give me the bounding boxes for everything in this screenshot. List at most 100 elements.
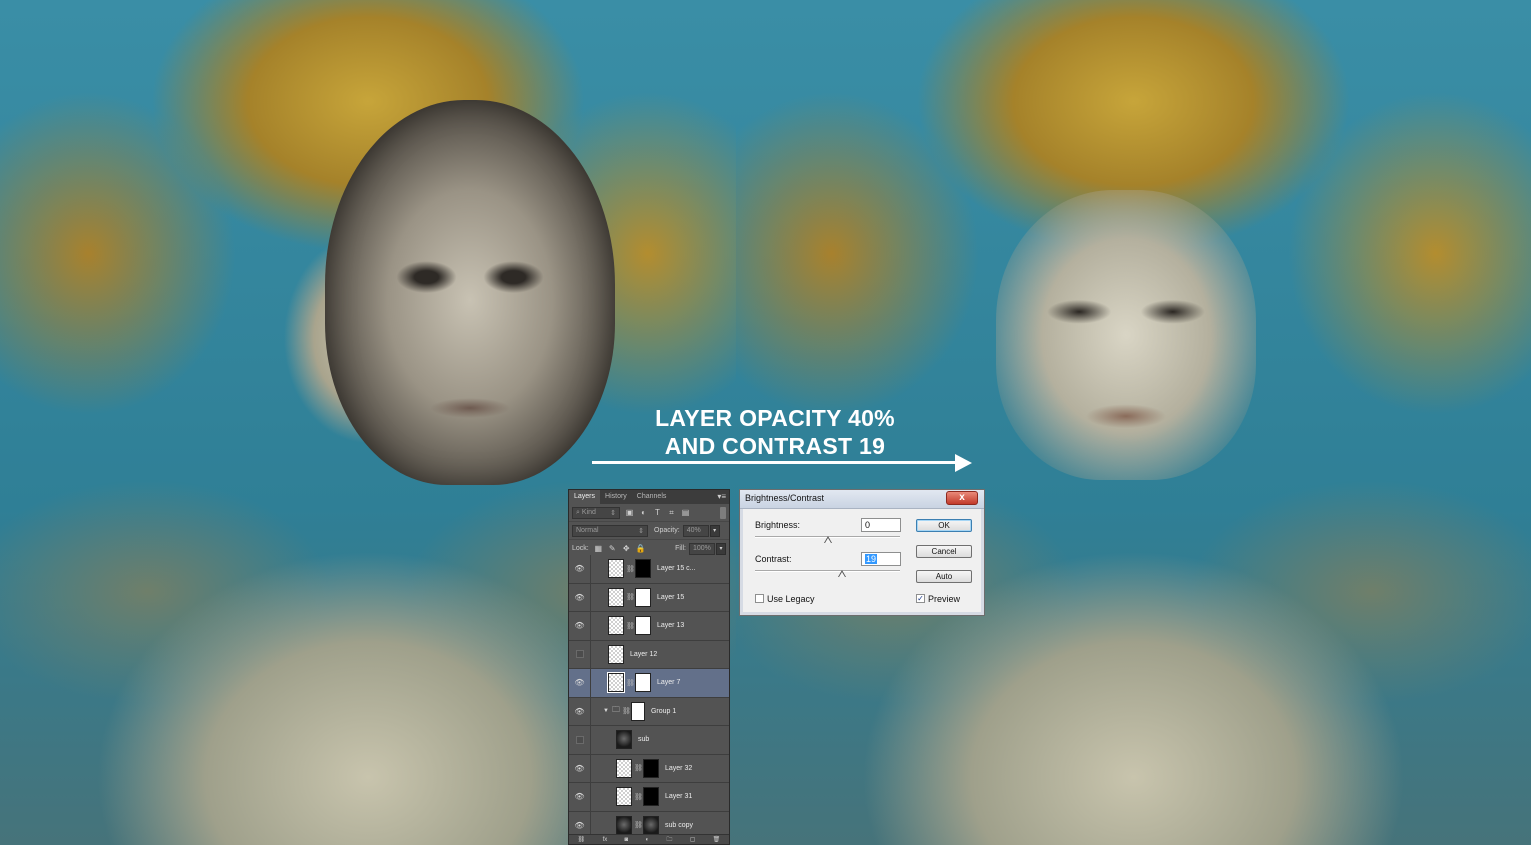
brightness-input[interactable]: 0 [861,518,901,532]
eye-icon[interactable]: 👁 [569,754,591,782]
preview-checkbox[interactable]: ✓ [916,594,925,603]
eye-icon[interactable]: 👁 [569,669,591,697]
fill-field[interactable]: 100% [689,542,715,555]
fx-icon[interactable]: fx [603,837,608,843]
search-icon: ⌕ [576,508,580,516]
layer-thumbnail [616,787,632,807]
select-arrows-icon: ⇕ [610,509,616,517]
eye-icon[interactable]: 👁 [569,612,591,640]
opacity-field[interactable]: 40% [682,524,709,537]
adjustment-filter-icon[interactable]: ◐ [639,508,648,517]
link-icon[interactable]: ⛓ [626,622,635,630]
layer-row[interactable]: 👁 ⛓ Layer 13 [569,612,729,641]
lock-position-icon[interactable]: ✥ [622,544,631,553]
brightness-label: Brightness: [755,520,801,530]
panel-tabs: Layers History Channels ▾≡ [569,490,729,504]
layer-name: sub copy [665,821,694,829]
eye-icon[interactable]: 👁 [569,783,591,811]
layer-mask-thumbnail[interactable] [643,787,659,807]
visibility-toggle[interactable] [569,640,591,668]
type-filter-icon[interactable]: T [653,508,662,517]
layer-mask-thumbnail[interactable] [643,815,659,835]
trash-icon[interactable]: 🗑 [713,836,721,843]
layer-mask-thumbnail[interactable] [635,559,651,579]
lock-label: Lock: [572,545,589,552]
lock-image-icon[interactable]: ✎ [608,544,617,553]
layer-name: Layer 32 [665,764,693,772]
chevron-down-icon[interactable]: ▼ [603,708,609,714]
layer-list: 👁 ⛓ Layer 15 c... 👁 ⛓ Layer 15 👁 ⛓ Layer… [569,555,729,840]
lock-transparent-icon[interactable]: ▦ [594,544,603,553]
contrast-value: 19 [865,554,878,564]
new-layer-icon[interactable]: ▢ [690,836,696,843]
brightness-slider-thumb[interactable] [824,536,832,543]
cancel-button[interactable]: Cancel [916,545,972,558]
layer-row[interactable]: sub [569,726,729,755]
panel-menu-icon[interactable]: ▾≡ [717,492,726,501]
add-mask-icon[interactable]: ◙ [625,837,629,843]
lock-all-icon[interactable]: 🔒 [636,544,646,553]
eye-icon[interactable]: 👁 [569,555,591,583]
layer-name: Layer 12 [630,650,658,658]
link-icon[interactable]: ⛓ [634,793,643,801]
layer-name: sub [638,736,650,744]
pixel-filter-icon[interactable]: ▣ [625,508,634,517]
layer-mask-thumbnail[interactable] [635,616,651,636]
layer-row[interactable]: 👁 ⛓ Layer 32 [569,754,729,783]
preview-label: Preview [928,594,961,604]
close-button[interactable]: x [946,491,978,505]
filter-row: ⌕ Kind ⇕ ▣ ◐ T ⌗ ▤ [569,504,729,522]
layer-mask-thumbnail[interactable] [630,701,645,721]
layers-panel: Layers History Channels ▾≡ ⌕ Kind ⇕ ▣ ◐ … [568,489,730,845]
link-icon[interactable]: ⛓ [634,821,643,829]
eye-icon[interactable]: 👁 [569,697,591,725]
adjustment-layer-icon[interactable]: ◐ [645,837,649,843]
auto-button[interactable]: Auto [916,570,972,583]
use-legacy-checkbox[interactable] [755,594,764,603]
new-group-icon[interactable]: 🗀 [666,835,672,845]
layer-group-row[interactable]: 👁 ▼ 🗀 ⛓ Group 1 [569,697,729,726]
link-layers-icon[interactable]: ⛓ [578,836,586,843]
layer-mask-thumbnail[interactable] [635,587,651,607]
fill-dropdown-icon[interactable]: ▾ [716,542,726,555]
layer-row[interactable]: 👁 ⛓ Layer 15 c... [569,555,729,584]
layer-row-selected[interactable]: 👁 ⛓ Layer 7 [569,669,729,698]
layer-row[interactable]: 👁 ⛓ Layer 15 [569,583,729,612]
blend-row: Normal ⇕ Opacity: 40% ▾ [569,522,729,540]
layer-mask-thumbnail[interactable] [643,758,659,778]
layer-thumbnail [607,672,625,694]
link-icon[interactable]: ⛓ [626,679,635,687]
layer-mask-thumbnail[interactable] [635,673,651,693]
ok-button[interactable]: OK [916,519,972,532]
tab-layers[interactable]: Layers [569,490,601,504]
filter-toggle[interactable] [720,507,726,519]
contrast-slider[interactable] [755,570,900,572]
link-icon[interactable]: ⛓ [626,565,635,573]
layer-thumbnail [608,616,624,636]
blend-mode-select[interactable]: Normal ⇕ [572,524,648,537]
arrow-right-icon [955,454,972,472]
tab-channels[interactable]: Channels [632,490,672,504]
filter-kind-select[interactable]: ⌕ Kind ⇕ [572,506,620,519]
filter-kind-label: Kind [581,509,596,516]
contrast-slider-thumb[interactable] [838,570,846,577]
layer-row[interactable]: 👁 ⛓ Layer 31 [569,783,729,812]
smart-object-filter-icon[interactable]: ▤ [681,508,690,517]
link-icon[interactable]: ⛓ [634,764,643,772]
layer-name: Layer 7 [657,679,681,687]
link-icon[interactable]: ⛓ [626,593,635,601]
layer-thumbnail [616,815,632,835]
visibility-toggle[interactable] [569,726,591,754]
link-icon[interactable]: ⛓ [622,707,631,715]
tab-history[interactable]: History [600,490,632,504]
shape-filter-icon[interactable]: ⌗ [667,508,676,517]
annotation-line-1: LAYER OPACITY 40% [655,405,895,431]
panel-footer: ⛓ fx ◙ ◐ 🗀 ▢ 🗑 [569,834,729,844]
opacity-dropdown-icon[interactable]: ▾ [709,524,720,537]
eye-icon[interactable]: 👁 [569,583,591,611]
fill-label: Fill: [675,545,686,552]
layer-thumbnail [616,758,632,778]
contrast-input[interactable]: 19 [861,552,901,566]
layer-row[interactable]: Layer 12 [569,640,729,669]
human-face-layer [325,100,615,485]
